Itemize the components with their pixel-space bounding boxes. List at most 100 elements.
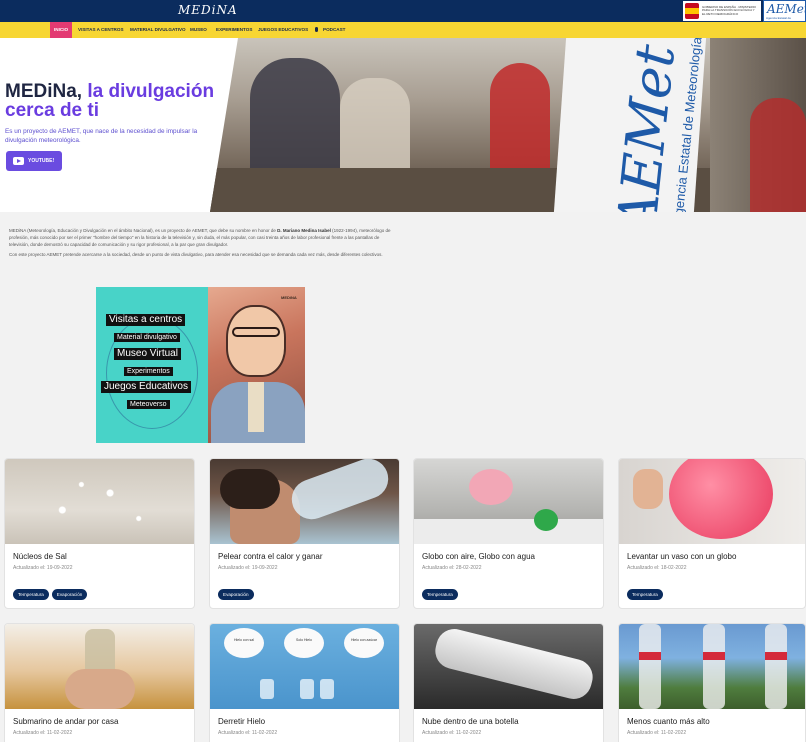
card-date: Actualizado el: 11-02-2022: [422, 730, 482, 736]
top-bar: MEDiNA GOBIERNO DE ESPAÑA · MINISTERIO P…: [0, 0, 806, 24]
nav-item-podcast[interactable]: Podcast: [311, 22, 349, 38]
nav-item-material[interactable]: Material divulgativo: [126, 22, 190, 38]
intro-text-part: MEDiNA (Meteorología, Educación y Divulg…: [9, 228, 278, 233]
experiment-card[interactable]: Núcleos de Sal Actualizado el: 19-09-202…: [4, 458, 195, 609]
promo-tag: Experimentos: [124, 367, 173, 376]
youtube-icon: [13, 157, 24, 165]
hero-description: Es un proyecto de AEMET, que nace de la …: [5, 128, 198, 144]
card-title: Menos cuanto más alto: [627, 717, 710, 726]
image-bottle-label: [765, 652, 787, 660]
nav-item-visitas[interactable]: Visitas a centros: [74, 22, 128, 38]
experiment-card[interactable]: Globo con aire, Globo con agua Actualiza…: [413, 458, 604, 609]
card-title: Pelear contra el calor y ganar: [218, 552, 323, 561]
microphone-icon: [315, 27, 318, 32]
image-cup: [320, 679, 334, 699]
card-tag[interactable]: Temperatura: [627, 589, 663, 600]
image-balloon: [469, 469, 513, 505]
card-title: Submarino de andar por casa: [13, 717, 119, 726]
image-bottle-label: [639, 652, 661, 660]
image-balloon: [669, 459, 773, 539]
image-bottle-label: [703, 652, 725, 660]
intro-paragraph-1: MEDiNA (Meteorología, Educación y Divulg…: [9, 228, 394, 248]
card-title: Núcleos de Sal: [13, 552, 67, 561]
page: MEDiNA GOBIERNO DE ESPAÑA · MINISTERIO P…: [0, 0, 806, 742]
card-image: Hielo con sal Solo Hielo Hielo con azúca…: [210, 624, 399, 709]
photo-person: [750, 98, 806, 212]
card-tag[interactable]: Temperatura: [13, 589, 49, 600]
promo-background: [96, 287, 210, 443]
card-tag[interactable]: Evaporación: [51, 589, 88, 600]
intro-paragraph-2: Con este proyecto AEMET pretende acercar…: [9, 252, 383, 258]
promo-tag: Meteoverso: [127, 400, 170, 409]
hero-section: AEMet Agencia Estatal de Meteorología ME…: [0, 38, 806, 212]
experiment-card[interactable]: Nube dentro de una botella Actualizado e…: [413, 623, 604, 742]
image-hand: [65, 669, 135, 709]
card-image: [619, 459, 805, 544]
card-image: [414, 624, 603, 709]
card-date: Actualizado el: 28-02-2022: [422, 565, 482, 571]
experiment-card[interactable]: Submarino de andar por casa Actualizado …: [4, 623, 195, 742]
youtube-button-label: YOUTUBE!: [28, 158, 55, 164]
image-cup: [300, 679, 314, 699]
nav-item-inicio[interactable]: Inicio: [50, 22, 73, 38]
nav-item-museo[interactable]: Museo: [186, 22, 211, 38]
promo-portrait-shirt: [248, 382, 264, 432]
promo-watermark: MEDiNA: [281, 295, 297, 300]
image-hand: [633, 469, 663, 509]
experiment-card[interactable]: Hielo con sal Solo Hielo Hielo con azúca…: [209, 623, 400, 742]
card-title: Globo con aire, Globo con agua: [422, 552, 535, 561]
card-image: [619, 624, 805, 709]
nav-item-podcast-label: Podcast: [323, 27, 346, 32]
card-image: [210, 459, 399, 544]
promo-tag: Visitas a centros: [106, 314, 186, 326]
card-tag[interactable]: Evaporación: [218, 589, 254, 600]
hero-photo: AEMet Agencia Estatal de Meteorología: [210, 38, 806, 212]
card-date: Actualizado el: 18-02-2022: [627, 565, 687, 571]
image-paper: [224, 628, 264, 658]
image-bottle: [765, 624, 787, 709]
image-bottle: [703, 624, 725, 709]
image-label: Solo Hielo: [296, 638, 312, 642]
main-nav: Inicio Visitas a centros Material divulg…: [0, 22, 806, 38]
card-date: Actualizado el: 19-09-2022: [218, 565, 278, 571]
spain-shield-icon: [685, 3, 699, 19]
image-bottle: [286, 459, 394, 525]
hero-title: MEDiNa, la divulgación cerca de ti: [5, 82, 225, 120]
intro-highlight: D. Mariano Medina Isabel: [277, 228, 331, 233]
experiment-card[interactable]: Pelear contra el calor y ganar Actualiza…: [209, 458, 400, 609]
experiment-card[interactable]: Levantar un vaso con un globo Actualizad…: [618, 458, 806, 609]
experiment-card[interactable]: Menos cuanto más alto Actualizado el: 11…: [618, 623, 806, 742]
card-date: Actualizado el: 11-02-2022: [13, 730, 73, 736]
government-logo[interactable]: GOBIERNO DE ESPAÑA · MINISTERIO PARA LA …: [683, 1, 761, 21]
card-tags: Temperatura: [627, 589, 663, 600]
promo-portrait-face: [226, 305, 286, 377]
aemet-logo-text: AEMet: [767, 2, 806, 16]
image-bottle: [639, 624, 661, 709]
aemet-logo[interactable]: AEMet Agencia Estatal de Meteorología: [763, 0, 806, 24]
image-bottle: [431, 625, 597, 703]
card-date: Actualizado el: 19-09-2022: [13, 565, 73, 571]
image-person-hair: [220, 469, 280, 509]
nav-item-experimentos[interactable]: Experimentos: [212, 22, 256, 38]
card-tags: Evaporación: [218, 589, 254, 600]
intro-text: MEDiNA (Meteorología, Educación y Divulg…: [9, 228, 394, 263]
card-image: [5, 624, 194, 709]
card-date: Actualizado el: 11-02-2022: [218, 730, 278, 736]
image-cup: [260, 679, 274, 699]
card-title: Levantar un vaso con un globo: [627, 552, 737, 561]
promo-image[interactable]: MEDiNA Visitas a centros Material divulg…: [96, 287, 305, 443]
medina-logo[interactable]: MEDiNA: [178, 3, 238, 17]
promo-tag: Material divulgativo: [114, 333, 180, 342]
card-image: [5, 459, 194, 544]
nav-item-juegos[interactable]: Juegos educativos: [254, 22, 312, 38]
image-table: [414, 519, 603, 544]
image-label: Hielo con azúcar: [350, 638, 378, 642]
government-text: GOBIERNO DE ESPAÑA · MINISTERIO PARA LA …: [702, 4, 756, 16]
youtube-button[interactable]: YOUTUBE!: [6, 151, 62, 171]
promo-tag: Juegos Educativos: [101, 381, 191, 393]
card-title: Nube dentro de una botella: [422, 717, 519, 726]
card-tags: Temperatura: [422, 589, 458, 600]
glasses-icon: [232, 327, 280, 337]
card-tag[interactable]: Temperatura: [422, 589, 458, 600]
promo-tag: Museo Virtual: [114, 348, 181, 360]
